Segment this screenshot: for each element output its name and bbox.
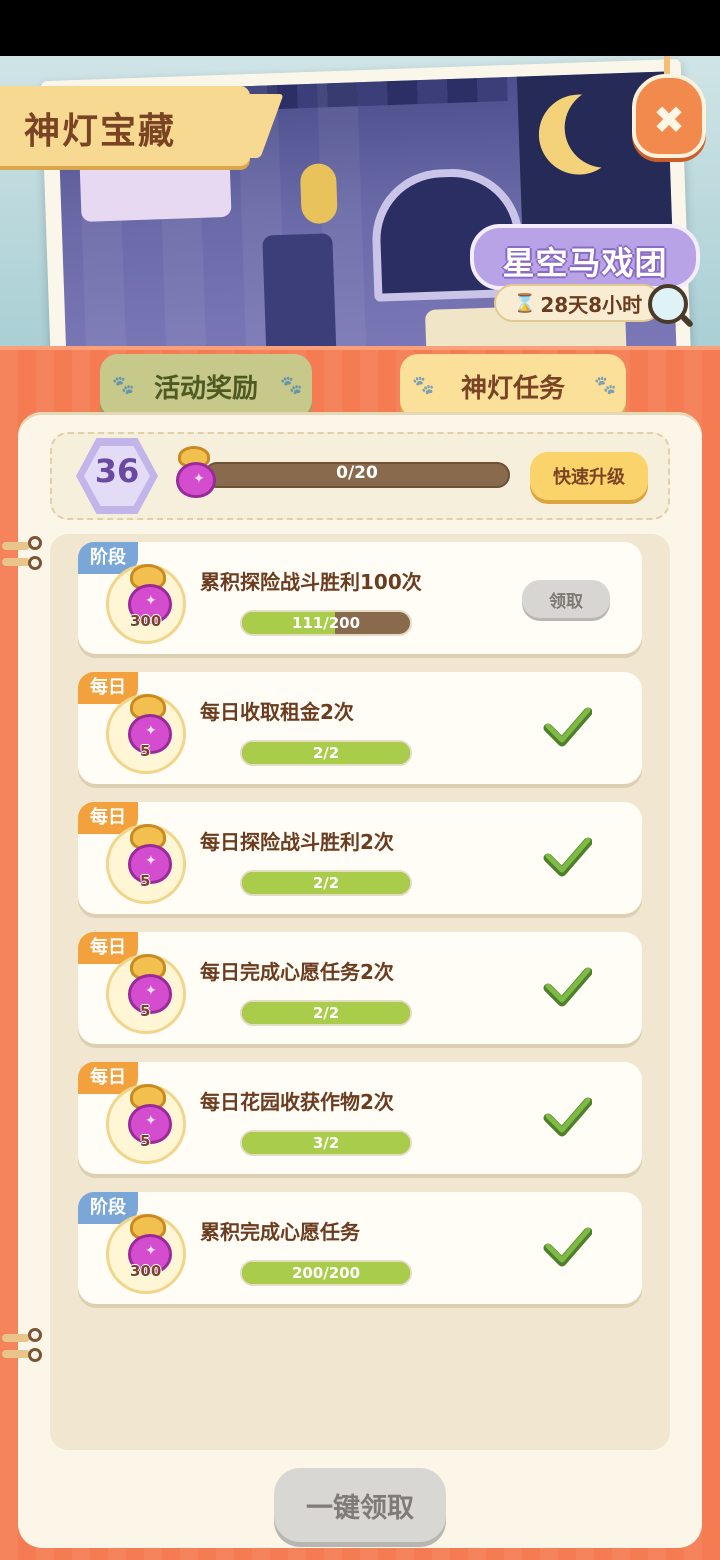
progress-text: 200/200	[291, 1264, 361, 1282]
task-card: 每日 5 每日完成心愿任务2次 2/2	[78, 932, 642, 1044]
checkmark-icon	[543, 1227, 592, 1267]
task-title: 累积探险战斗胜利100次	[200, 570, 422, 594]
reward-quantity: 5	[140, 1002, 151, 1020]
tab-lamp-tasks[interactable]: 🐾 神灯任务 🐾	[400, 354, 626, 418]
task-title: 累积完成心愿任务	[200, 1220, 360, 1244]
binder-ring	[0, 1326, 42, 1366]
status-bar	[0, 0, 720, 56]
magic-lamp-icon	[172, 446, 220, 500]
progress-text: 3/2	[312, 1134, 340, 1152]
reward-quantity: 5	[140, 742, 151, 760]
task-title: 每日完成心愿任务2次	[200, 960, 394, 984]
task-title: 每日花园收获作物2次	[200, 1090, 394, 1114]
event-banner: 神灯宝藏 ✖ 星空马戏团 ⌛ 28天8小时	[0, 56, 720, 350]
checkmark-icon	[543, 707, 592, 747]
progress-text: 111/200	[291, 614, 361, 632]
task-progress-bar: 2/2	[240, 740, 412, 766]
reward-quantity: 300	[130, 612, 162, 630]
countdown-timer: ⌛ 28天8小时	[494, 284, 662, 322]
paw-icon: 🐾	[594, 375, 617, 396]
claim-button[interactable]: 领取	[522, 580, 610, 618]
task-progress-bar: 2/2	[240, 870, 412, 896]
reward-quantity: 5	[140, 872, 151, 890]
task-card: 每日 5 每日收取租金2次 2/2	[78, 672, 642, 784]
event-name: 星空马戏团	[502, 244, 668, 282]
paw-icon: 🐾	[112, 375, 135, 396]
tab-activity-rewards[interactable]: 🐾 活动奖励 🐾	[100, 354, 312, 418]
progress-text: 2/2	[312, 744, 340, 762]
task-progress-bar: 3/2	[240, 1130, 412, 1156]
task-progress-bar: 200/200	[240, 1260, 412, 1286]
page-title: 神灯宝藏	[24, 111, 177, 152]
checkmark-icon	[543, 837, 592, 877]
title-ribbon: 神灯宝藏	[0, 86, 250, 166]
task-progress-bar: 2/2	[240, 1000, 412, 1026]
reward-quantity: 5	[140, 1132, 151, 1150]
reward-quantity: 300	[130, 1262, 162, 1280]
timer-text: 28天8小时	[540, 292, 643, 317]
magnifier-icon[interactable]	[648, 284, 688, 324]
quick-upgrade-button[interactable]: 快速升级	[530, 452, 648, 500]
progress-text: 2/2	[312, 1004, 340, 1022]
close-button[interactable]: ✖	[632, 74, 706, 158]
tab-label: 活动奖励	[153, 373, 258, 404]
close-icon: ✖	[653, 98, 685, 142]
task-card: 每日 5 每日花园收获作物2次 3/2	[78, 1062, 642, 1174]
event-name-badge: 星空马戏团	[470, 224, 700, 290]
level-number: 36	[94, 452, 140, 490]
task-title: 每日探险战斗胜利2次	[200, 830, 394, 854]
task-card: 阶段 300 累积探险战斗胜利100次 111/200 领取	[78, 542, 642, 654]
task-title: 每日收取租金2次	[200, 700, 354, 724]
paw-icon: 🐾	[412, 375, 435, 396]
task-progress-bar: 111/200	[240, 610, 412, 636]
progress-text: 2/2	[312, 874, 340, 892]
hourglass-icon: ⌛	[513, 292, 537, 314]
binder-ring	[0, 534, 42, 574]
paw-icon: 🐾	[280, 375, 303, 396]
checkmark-icon	[543, 1097, 592, 1137]
task-card: 阶段 300 累积完成心愿任务 200/200	[78, 1192, 642, 1304]
checkmark-icon	[543, 967, 592, 1007]
level-progress-text: 0/20	[336, 463, 378, 483]
tab-label: 神灯任务	[460, 373, 565, 404]
task-card: 每日 5 每日探险战斗胜利2次 2/2	[78, 802, 642, 914]
one-key-claim-button[interactable]: 一键领取	[274, 1468, 446, 1542]
